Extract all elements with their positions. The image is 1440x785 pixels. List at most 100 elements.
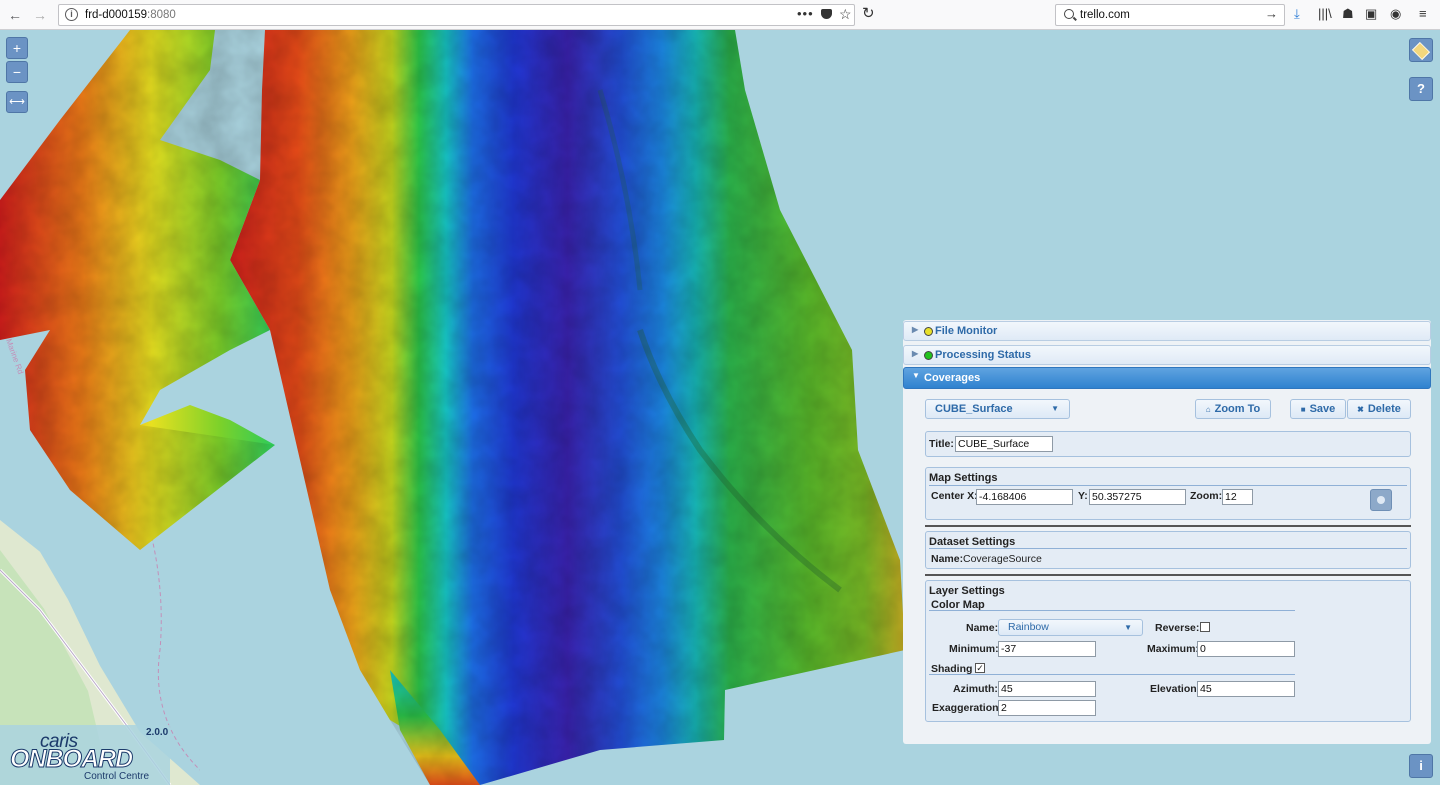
- chevron-down-icon: ▼: [1051, 404, 1059, 413]
- color-map-name-label: Name:: [966, 622, 999, 634]
- bathymetry-surface: [0, 30, 905, 785]
- status-dot-yellow-icon: [924, 327, 933, 336]
- section-separator: [925, 525, 1411, 527]
- more-icon[interactable]: •••: [797, 6, 814, 21]
- download-icon[interactable]: ⤓: [1294, 6, 1300, 22]
- synced-tabs-icon[interactable]: ☗: [1342, 6, 1354, 22]
- center-y-label: Y:: [1078, 490, 1088, 502]
- processing-status-header[interactable]: ▶ Processing Status: [903, 345, 1431, 365]
- control-panel: ▶ File Monitor ▶ Processing Status ▼ Cov…: [903, 320, 1431, 744]
- maximum-label: Maximum:: [1147, 643, 1199, 655]
- dataset-name-label: Name:: [931, 553, 964, 565]
- collapse-icon: ▼: [912, 371, 920, 380]
- back-icon[interactable]: ←: [5, 5, 25, 25]
- section-divider: [929, 548, 1407, 549]
- center-x-input[interactable]: -4.168406: [976, 489, 1073, 505]
- processing-status-label: Processing Status: [935, 349, 1031, 361]
- logo-brand-sub: Control Centre: [84, 771, 150, 782]
- expand-icon: ▶: [912, 349, 919, 358]
- color-map-select-value: Rainbow: [1008, 621, 1049, 633]
- caris-onboard-logo: 2.0.0 caris ONBOARD Control Centre: [0, 725, 170, 785]
- info-button[interactable]: i: [1409, 754, 1433, 778]
- delete-label: Delete: [1367, 403, 1401, 415]
- forward-icon[interactable]: →: [30, 5, 50, 25]
- title-box: Title: CUBE_Surface: [925, 431, 1411, 457]
- zoom-controls: + − ⟷: [6, 37, 30, 115]
- map-settings-box: Map Settings Center X: -4.168406 Y: 50.3…: [925, 467, 1411, 520]
- go-arrow-icon[interactable]: →: [1265, 6, 1278, 21]
- layer-switcher-button[interactable]: [1409, 38, 1433, 62]
- coverage-select[interactable]: CUBE_Surface ▼: [925, 399, 1070, 419]
- coverage-select-value: CUBE_Surface: [935, 403, 1013, 415]
- center-x-label: Center X:: [931, 490, 978, 502]
- coverages-label: Coverages: [924, 372, 981, 384]
- center-y-input[interactable]: 50.357275: [1089, 489, 1186, 505]
- layer-settings-box: Layer Settings Color Map Name: Rainbow ▼…: [925, 580, 1411, 722]
- target-icon: [1377, 496, 1385, 504]
- version-label: 2.0.0: [146, 727, 169, 738]
- help-button[interactable]: ?: [1409, 77, 1433, 101]
- dataset-settings-heading: Dataset Settings: [929, 536, 1016, 548]
- info-icon[interactable]: i: [65, 8, 78, 21]
- zoom-in-button[interactable]: +: [6, 37, 28, 59]
- title-label: Title:: [929, 438, 954, 450]
- maximum-input[interactable]: 0: [1197, 641, 1295, 657]
- url-port: :8080: [147, 9, 176, 21]
- exaggeration-label: Exaggeration:: [932, 702, 1003, 714]
- home-icon: ⌂: [1205, 405, 1211, 414]
- save-button[interactable]: ■ Save: [1290, 399, 1346, 419]
- status-dot-green-icon: [924, 351, 933, 360]
- menu-icon[interactable]: ≡: [1419, 6, 1427, 21]
- bookmark-star-icon[interactable]: ☆: [839, 6, 852, 23]
- chevron-down-icon: ▼: [1124, 623, 1132, 632]
- file-monitor-label: File Monitor: [935, 325, 998, 337]
- dataset-settings-box: Dataset Settings Name: CoverageSource: [925, 531, 1411, 569]
- logo-brand-main: ONBOARD: [9, 745, 133, 774]
- reload-icon[interactable]: ↻: [862, 4, 875, 22]
- minimum-label: Minimum:: [949, 643, 999, 655]
- pick-center-button[interactable]: [1370, 489, 1392, 511]
- azimuth-label: Azimuth:: [953, 683, 998, 695]
- zoom-to-button[interactable]: ⌂ Zoom To: [1195, 399, 1271, 419]
- map-settings-heading: Map Settings: [929, 472, 998, 484]
- zoom-label: Zoom:: [1190, 490, 1223, 502]
- url-bar[interactable]: i frd-d000159:8080 ••• ☆: [58, 4, 855, 26]
- disk-icon: ■: [1300, 405, 1306, 414]
- library-icon[interactable]: |||\: [1318, 6, 1332, 21]
- section-divider: [929, 610, 1295, 611]
- shading-checkbox[interactable]: ✓: [975, 663, 985, 673]
- section-separator: [925, 574, 1411, 576]
- account-icon[interactable]: ◉: [1390, 6, 1401, 22]
- elevation-input[interactable]: 45: [1197, 681, 1295, 697]
- search-value: trello.com: [1080, 9, 1130, 21]
- close-icon: ✖: [1357, 405, 1364, 414]
- coverages-header[interactable]: ▼ Coverages: [903, 367, 1431, 389]
- reverse-checkbox[interactable]: [1200, 622, 1210, 632]
- url-host: frd-d000159: [85, 9, 148, 21]
- browser-toolbar: ← → i frd-d000159:8080 ••• ☆ ↻ trello.co…: [0, 0, 1440, 30]
- layers-icon: [1411, 41, 1431, 61]
- section-divider: [929, 485, 1407, 486]
- zoom-out-button[interactable]: −: [6, 61, 28, 83]
- zoom-input[interactable]: 12: [1222, 489, 1253, 505]
- expand-icon: ▶: [912, 325, 919, 334]
- file-monitor-header[interactable]: ▶ File Monitor: [903, 321, 1431, 341]
- exaggeration-input[interactable]: 2: [998, 700, 1096, 716]
- title-input[interactable]: CUBE_Surface: [955, 436, 1053, 452]
- zoom-extent-button[interactable]: ⟷: [6, 91, 28, 113]
- sidebar-icon[interactable]: ▣: [1365, 6, 1377, 22]
- zoom-to-label: Zoom To: [1214, 403, 1261, 415]
- url-text: frd-d000159:8080: [85, 9, 176, 21]
- dataset-name-value: CoverageSource: [963, 553, 1042, 565]
- azimuth-input[interactable]: 45: [998, 681, 1096, 697]
- save-label: Save: [1309, 403, 1336, 415]
- minimum-input[interactable]: -37: [998, 641, 1096, 657]
- section-divider: [929, 674, 1295, 675]
- search-icon: [1064, 9, 1074, 19]
- color-map-select[interactable]: Rainbow ▼: [998, 619, 1143, 636]
- reverse-label: Reverse:: [1155, 622, 1200, 634]
- search-bar[interactable]: trello.com →: [1055, 4, 1285, 26]
- pocket-icon[interactable]: [821, 9, 832, 19]
- delete-button[interactable]: ✖ Delete: [1347, 399, 1411, 419]
- elevation-label: Elevation:: [1150, 683, 1201, 695]
